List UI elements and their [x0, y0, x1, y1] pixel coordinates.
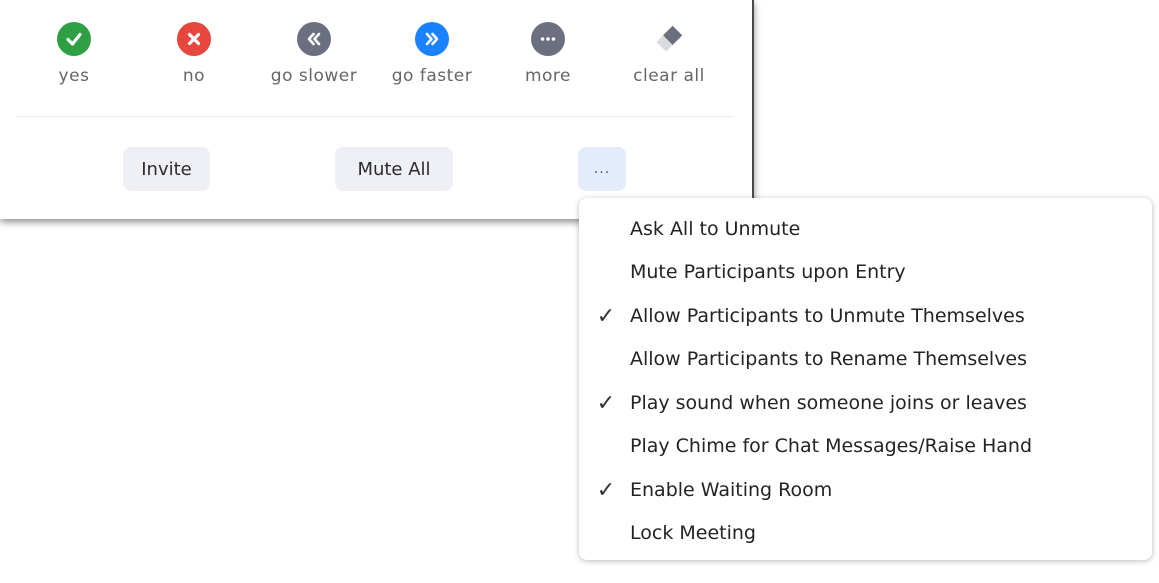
reaction-label: go slower — [270, 66, 358, 86]
participants-panel: yes no go slower go faster more clear al… — [0, 0, 754, 219]
reaction-go-faster[interactable]: go faster — [373, 22, 491, 86]
menu-item-label: Play sound when someone joins or leaves — [630, 392, 1027, 414]
checkmark-icon: ✓ — [596, 390, 616, 416]
menu-item-label: Allow Participants to Rename Themselves — [630, 348, 1028, 370]
reaction-label: clear all — [633, 66, 705, 86]
reaction-bar: yes no go slower go faster more clear al… — [15, 22, 737, 108]
menu-item-ask-all-to-unmute[interactable]: Ask All to Unmute — [579, 209, 1152, 249]
invite-button[interactable]: Invite — [123, 147, 210, 191]
checkmark-icon: ✓ — [596, 303, 616, 329]
reaction-label: yes — [58, 66, 90, 86]
menu-item-play-sound-join-leave[interactable]: ✓ Play sound when someone joins or leave… — [579, 383, 1152, 423]
menu-item-mute-participants-upon-entry[interactable]: Mute Participants upon Entry — [579, 252, 1152, 292]
reaction-yes[interactable]: yes — [15, 22, 133, 86]
rewind-icon — [297, 22, 331, 56]
eraser-icon — [652, 22, 686, 56]
menu-item-allow-unmute-themselves[interactable]: ✓ Allow Participants to Unmute Themselve… — [579, 296, 1152, 336]
reaction-more[interactable]: more — [489, 22, 607, 86]
menu-item-label: Ask All to Unmute — [630, 218, 801, 240]
reaction-clear-all[interactable]: clear all — [610, 22, 728, 86]
menu-item-label: Mute Participants upon Entry — [630, 261, 906, 283]
check-icon — [57, 22, 91, 56]
divider — [16, 116, 734, 117]
ellipsis-icon — [531, 22, 565, 56]
x-icon — [177, 22, 211, 56]
reaction-label: go faster — [391, 66, 473, 86]
reaction-no[interactable]: no — [135, 22, 253, 86]
reaction-label: more — [524, 66, 572, 86]
menu-item-lock-meeting[interactable]: Lock Meeting — [579, 513, 1152, 553]
menu-item-allow-rename-themselves[interactable]: Allow Participants to Rename Themselves — [579, 339, 1152, 379]
fast-forward-icon — [415, 22, 449, 56]
menu-item-label: Allow Participants to Unmute Themselves — [630, 305, 1025, 327]
more-options-button[interactable]: ... — [578, 147, 626, 191]
checkmark-icon: ✓ — [596, 477, 616, 503]
more-options-menu: Ask All to Unmute Mute Participants upon… — [579, 198, 1152, 560]
menu-item-play-chime[interactable]: Play Chime for Chat Messages/Raise Hand — [579, 426, 1152, 466]
reaction-go-slower[interactable]: go slower — [255, 22, 373, 86]
menu-item-label: Play Chime for Chat Messages/Raise Hand — [630, 435, 1033, 457]
menu-item-enable-waiting-room[interactable]: ✓ Enable Waiting Room — [579, 470, 1152, 510]
menu-item-label: Enable Waiting Room — [630, 479, 833, 501]
menu-item-label: Lock Meeting — [630, 522, 756, 544]
mute-all-button[interactable]: Mute All — [335, 147, 453, 191]
reaction-label: no — [182, 66, 206, 86]
